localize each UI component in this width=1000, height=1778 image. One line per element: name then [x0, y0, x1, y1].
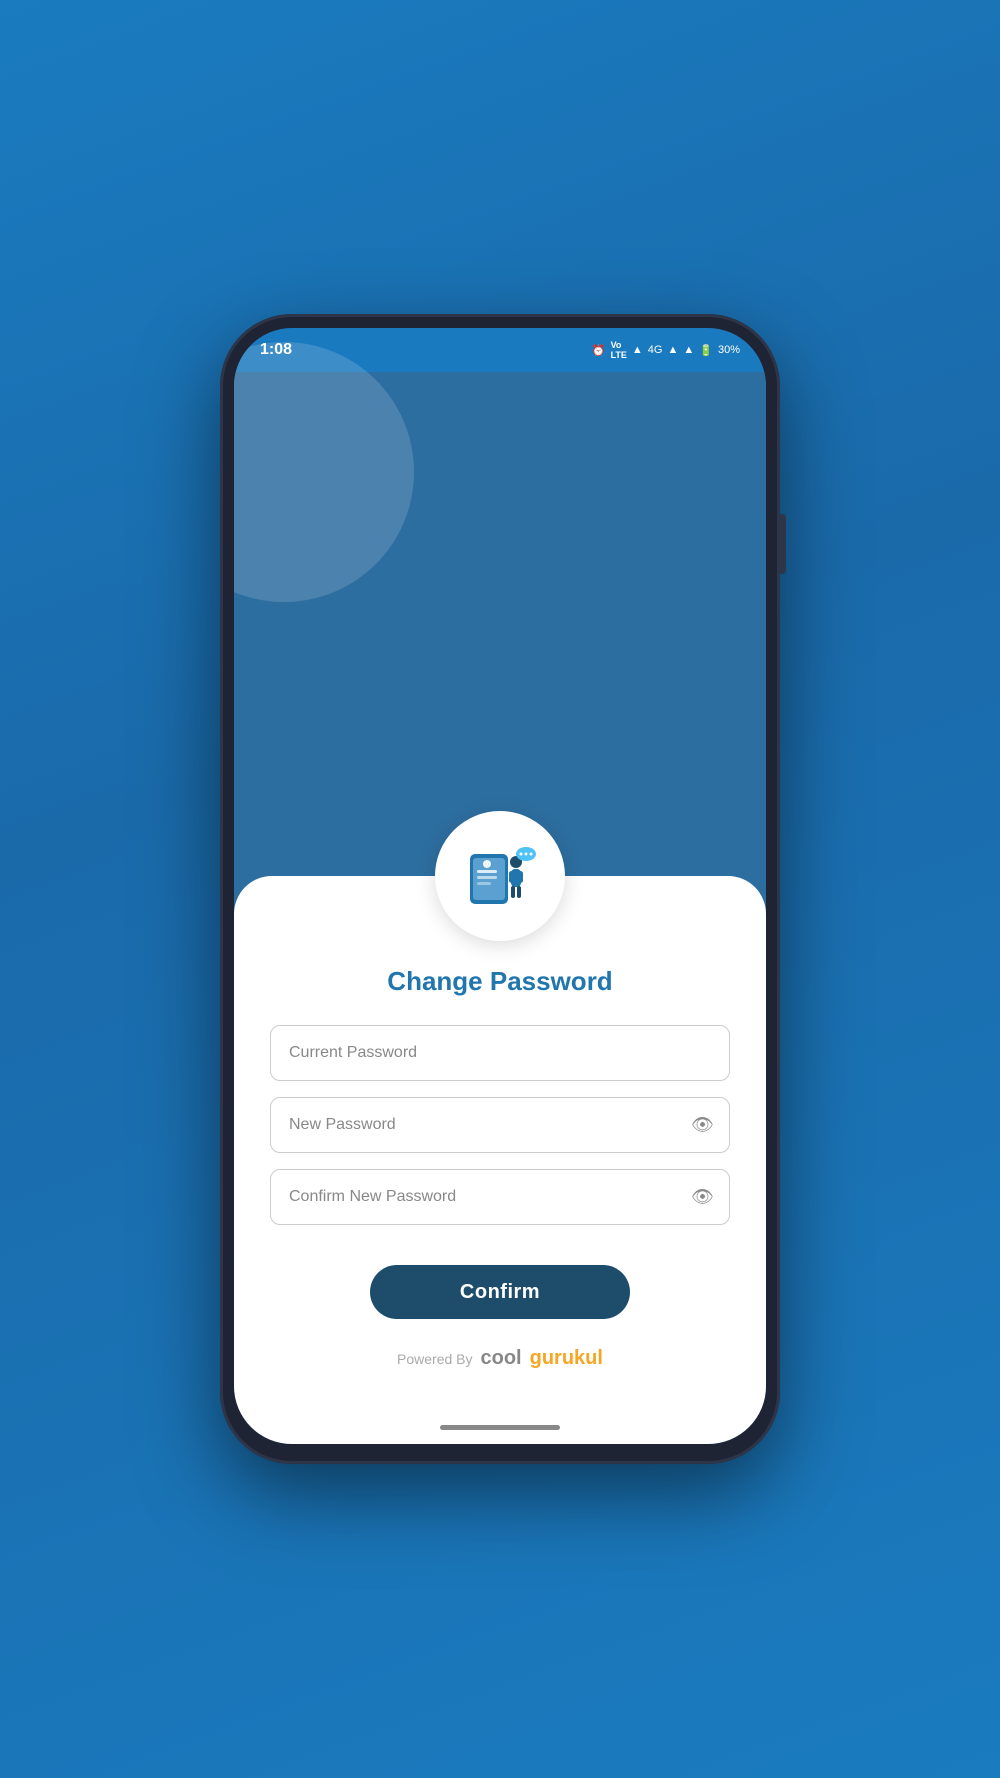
background-circle — [234, 342, 414, 602]
battery-percent: 30% — [718, 344, 740, 356]
signal-bars-icon: ▲ — [667, 344, 678, 356]
illustration-icon — [456, 832, 544, 920]
signal-4g-icon: 4G — [648, 344, 663, 356]
signal-r-icon: ▲ — [683, 344, 694, 356]
current-password-group — [270, 1025, 730, 1081]
new-password-group: 👁 — [270, 1097, 730, 1153]
confirm-password-group: 👁 — [270, 1169, 730, 1225]
phone-frame: 1:08 ⏰ VoLTE ▲ 4G ▲ ▲ 🔋 30% — [220, 314, 780, 1464]
confirm-password-input[interactable] — [270, 1169, 730, 1225]
powered-by-footer: Powered By cool gurukul — [397, 1347, 603, 1370]
battery-icon: 🔋 — [699, 344, 713, 357]
alarm-icon: ⏰ — [592, 344, 606, 357]
current-password-input[interactable] — [270, 1025, 730, 1081]
volte-icon: VoLTE — [611, 340, 627, 360]
new-password-toggle-icon[interactable]: 👁 — [691, 1115, 714, 1136]
confirm-password-toggle-icon[interactable]: 👁 — [691, 1187, 714, 1208]
powered-by-label: Powered By — [397, 1351, 472, 1367]
wifi-icon: ▲ — [632, 344, 643, 356]
card-wrapper: Change Password 👁 👁 — [234, 811, 766, 1444]
background-area: Change Password 👁 👁 — [234, 372, 766, 1444]
phone-screen: 1:08 ⏰ VoLTE ▲ 4G ▲ ▲ 🔋 30% — [234, 328, 766, 1444]
brand-cool: cool — [481, 1347, 522, 1370]
avatar-circle — [435, 811, 565, 941]
status-time: 1:08 — [260, 341, 292, 359]
change-password-card: Change Password 👁 👁 — [234, 876, 766, 1410]
page-title: Change Password — [387, 966, 612, 997]
new-password-input[interactable] — [270, 1097, 730, 1153]
bottom-bar — [234, 1410, 766, 1444]
status-icons: ⏰ VoLTE ▲ 4G ▲ ▲ 🔋 30% — [592, 340, 740, 360]
status-bar: 1:08 ⏰ VoLTE ▲ 4G ▲ ▲ 🔋 30% — [234, 328, 766, 372]
brand-gurukul: gurukul — [530, 1347, 603, 1370]
home-indicator — [440, 1425, 560, 1430]
confirm-button[interactable]: Confirm — [370, 1265, 630, 1319]
